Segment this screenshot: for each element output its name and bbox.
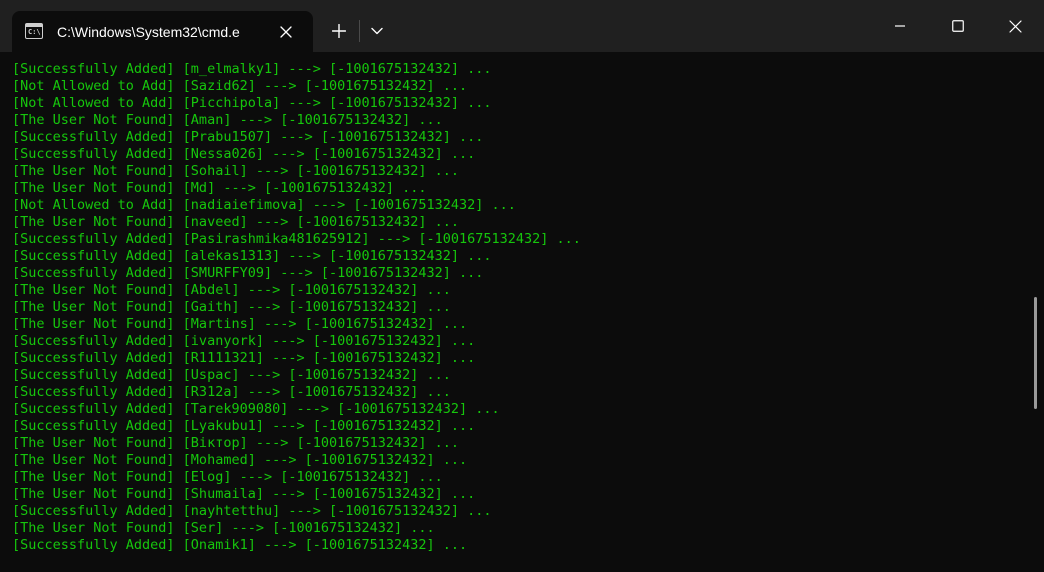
console-line: [The User Not Found] [Md] ---> [-1001675…: [12, 180, 427, 196]
tab-cmd[interactable]: C:\ C:\Windows\System32\cmd.e: [12, 11, 313, 52]
console-line: [Successfully Added] [R1111321] ---> [-1…: [12, 350, 476, 366]
close-window-button[interactable]: [986, 0, 1044, 52]
console-line: [Successfully Added] [alekas1313] ---> […: [12, 248, 492, 264]
console-line: [Successfully Added] [Onamik1] ---> [-10…: [12, 537, 468, 553]
maximize-button[interactable]: [929, 0, 987, 52]
console-line: [The User Not Found] [Ser] ---> [-100167…: [12, 520, 435, 536]
console-line: [The User Not Found] [Gaith] ---> [-1001…: [12, 299, 451, 315]
tab-close-button[interactable]: [274, 20, 298, 44]
console-line: [Successfully Added] [nayhtetthu] ---> […: [12, 503, 492, 519]
console-output: [Successfully Added] [m_elmalky1] ---> […: [12, 61, 1022, 554]
scrollbar-thumb[interactable]: [1034, 297, 1037, 409]
tab-divider: [359, 20, 360, 42]
minimize-button[interactable]: [871, 0, 929, 52]
console-line: [Not Allowed to Add] [Sazid62] ---> [-10…: [12, 78, 468, 94]
console-line: [The User Not Found] [Віктор] ---> [-100…: [12, 435, 460, 451]
maximize-icon: [952, 20, 964, 32]
tab-title: C:\Windows\System32\cmd.e: [57, 24, 240, 40]
console-line: [Not Allowed to Add] [nadiaiefimova] ---…: [12, 197, 516, 213]
console-line: [The User Not Found] [Sohail] ---> [-100…: [12, 163, 460, 179]
new-tab-button[interactable]: [322, 16, 356, 46]
close-icon: [1008, 19, 1022, 33]
console-line: [The User Not Found] [Martins] ---> [-10…: [12, 316, 468, 332]
minimize-icon: [895, 25, 905, 27]
console-line: [Successfully Added] [SMURFFY09] ---> [-…: [12, 265, 484, 281]
console-line: [The User Not Found] [Aman] ---> [-10016…: [12, 112, 443, 128]
chevron-down-icon: [371, 27, 383, 35]
console-line: [Successfully Added] [Prabu1507] ---> [-…: [12, 129, 484, 145]
console-line: [Not Allowed to Add] [Picchipola] ---> […: [12, 95, 492, 111]
console-line: [Successfully Added] [R312a] ---> [-1001…: [12, 384, 451, 400]
console-line: [Successfully Added] [m_elmalky1] ---> […: [12, 61, 492, 77]
console-output-area[interactable]: [Successfully Added] [m_elmalky1] ---> […: [0, 52, 1044, 572]
close-icon: [280, 26, 292, 38]
title-bar[interactable]: C:\ C:\Windows\System32\cmd.e: [0, 0, 1044, 52]
console-line: [Successfully Added] [Uspac] ---> [-1001…: [12, 367, 451, 383]
console-icon-glyph: C:\: [28, 28, 41, 36]
console-line: [The User Not Found] [Elog] ---> [-10016…: [12, 469, 443, 485]
console-line: [The User Not Found] [Abdel] ---> [-1001…: [12, 282, 451, 298]
tab-dropdown-button[interactable]: [362, 16, 392, 46]
console-line: [Successfully Added] [Pasirashmika481625…: [12, 231, 581, 247]
console-line: [The User Not Found] [naveed] ---> [-100…: [12, 214, 460, 230]
console-line: [Successfully Added] [ivanyork] ---> [-1…: [12, 333, 476, 349]
vertical-scrollbar[interactable]: [1028, 52, 1042, 572]
console-icon: C:\: [25, 23, 43, 39]
console-line: [The User Not Found] [Shumaila] ---> [-1…: [12, 486, 476, 502]
console-line: [Successfully Added] [Nessa026] ---> [-1…: [12, 146, 476, 162]
console-line: [The User Not Found] [Mohamed] ---> [-10…: [12, 452, 468, 468]
console-line: [Successfully Added] [Tarek909080] ---> …: [12, 401, 500, 417]
terminal-window: C:\ C:\Windows\System32\cmd.e [Successfu…: [0, 0, 1044, 572]
console-line: [Successfully Added] [Lyakubu1] ---> [-1…: [12, 418, 476, 434]
plus-icon: [332, 24, 346, 38]
